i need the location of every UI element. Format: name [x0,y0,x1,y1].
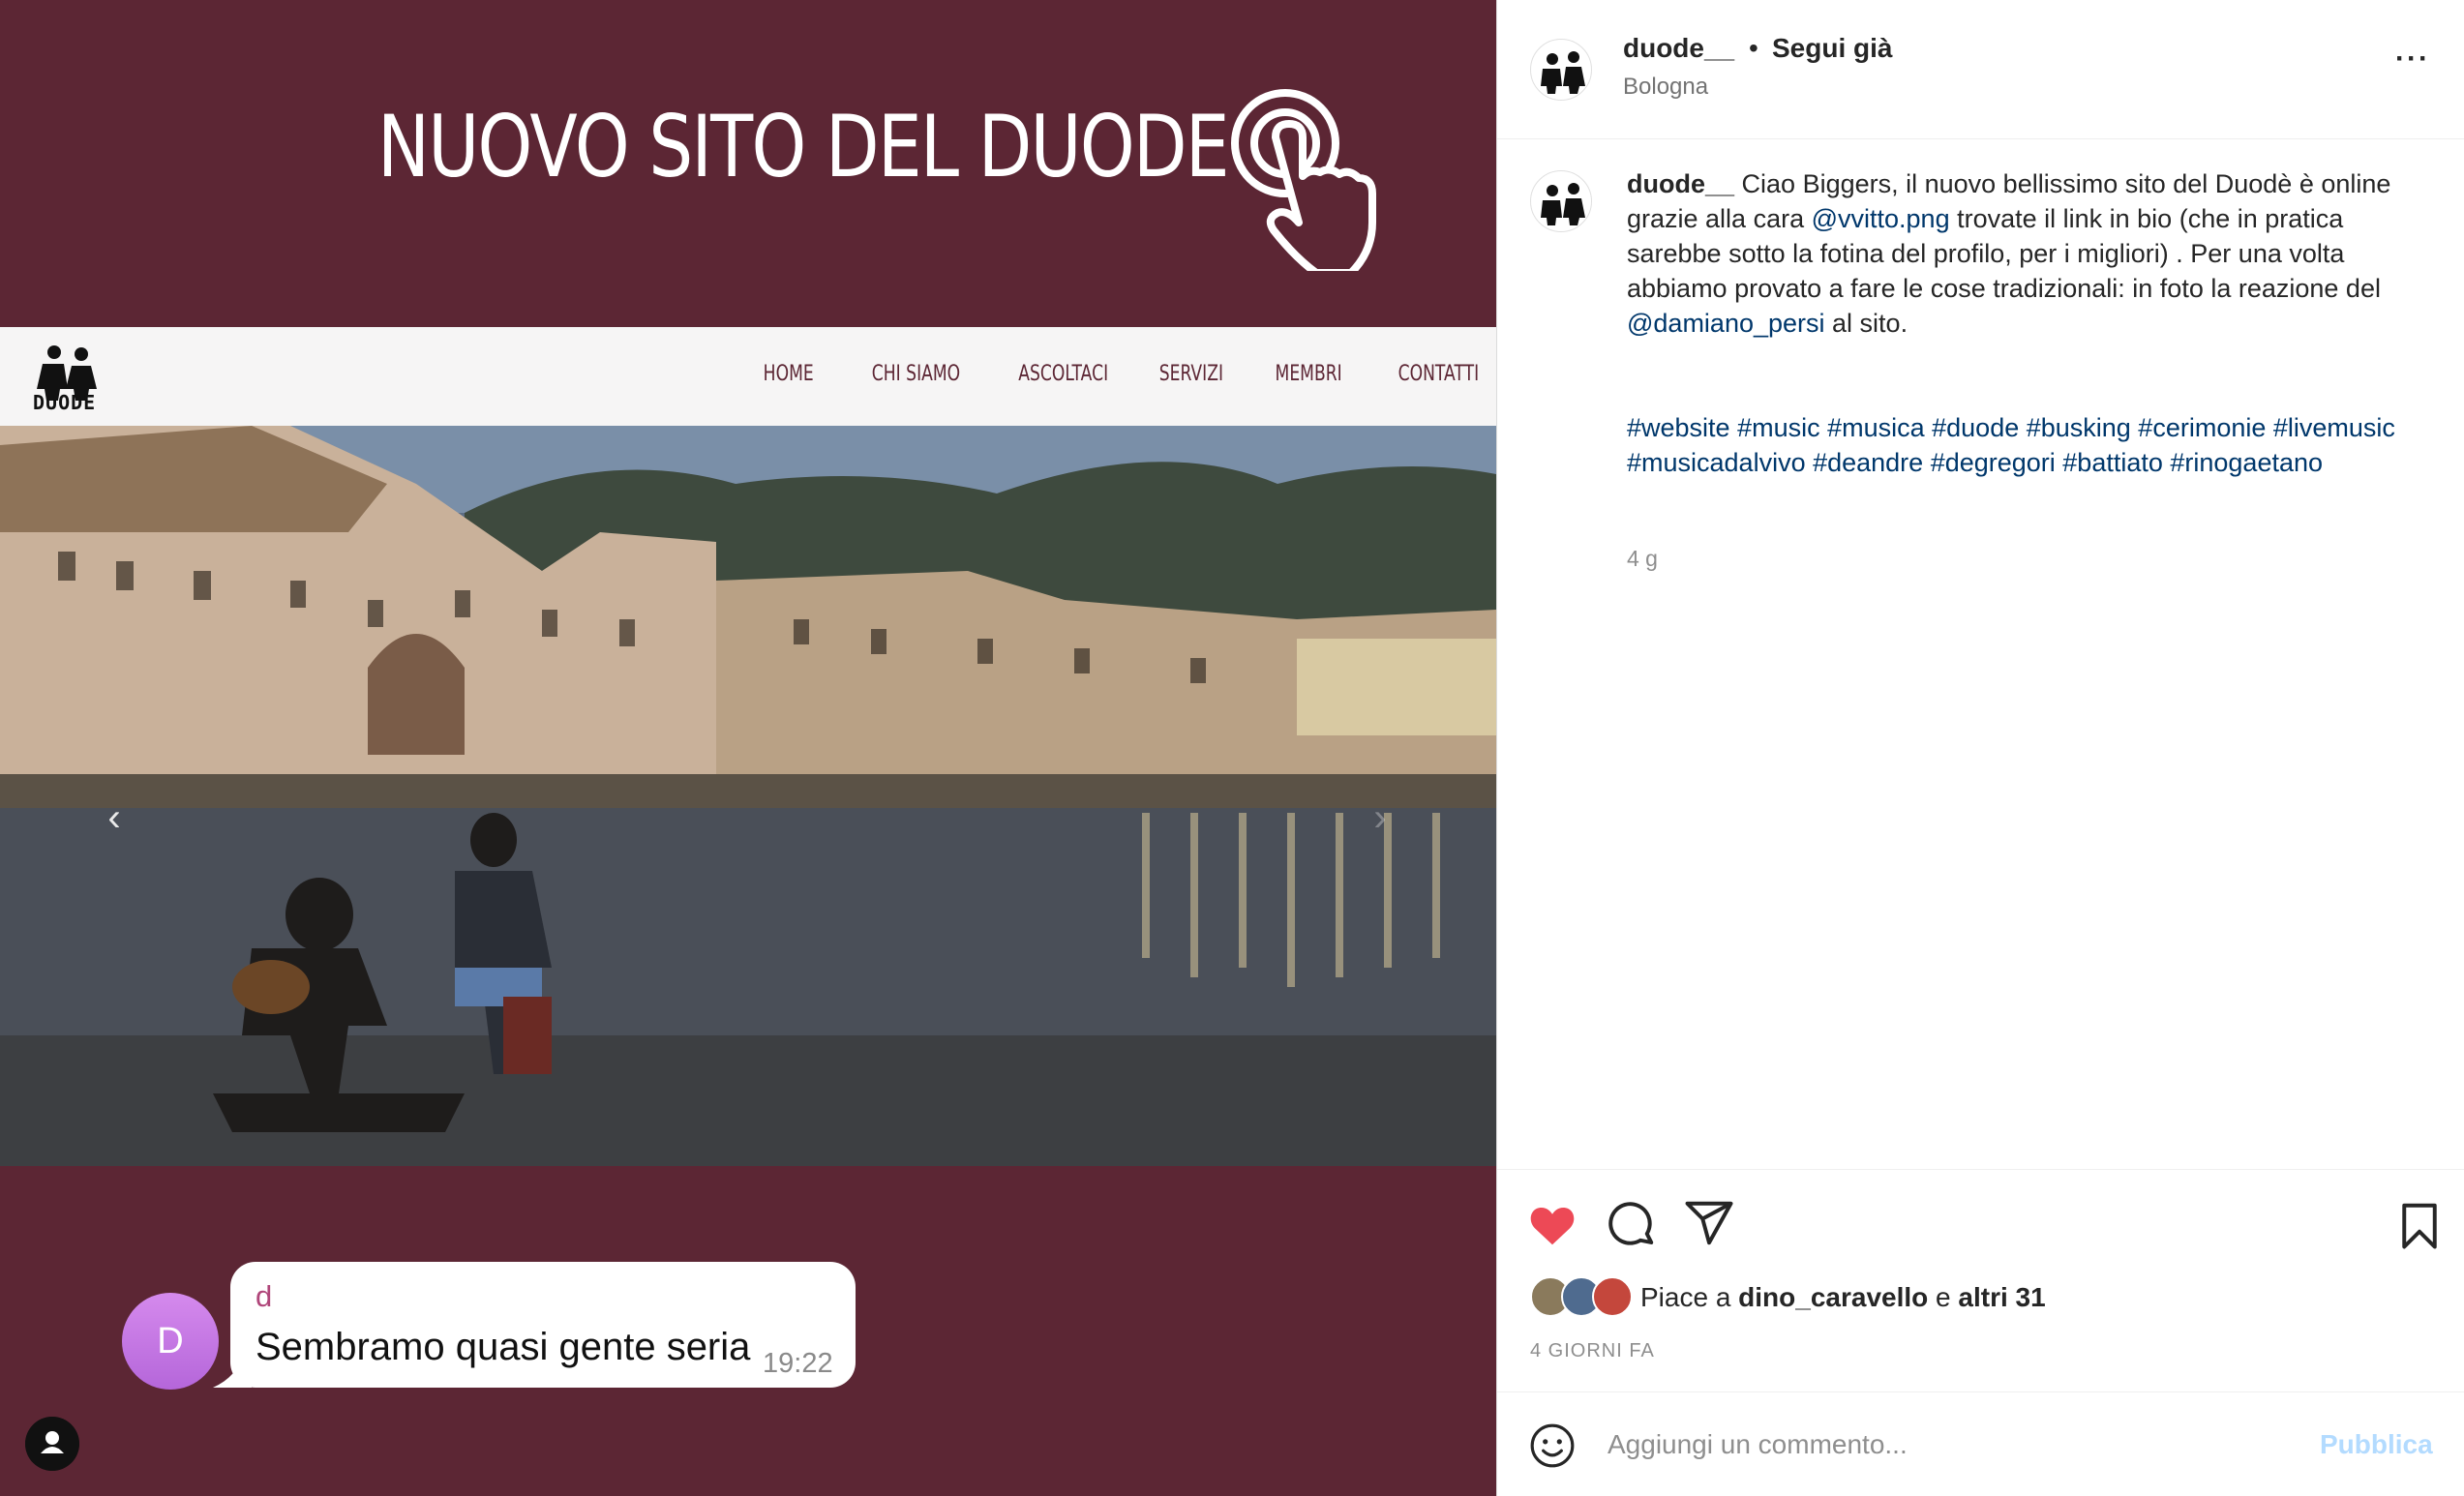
likes-user[interactable]: dino_caravello [1738,1282,1928,1312]
website-menu: HOME CHI SIAMO ASCOLTACI SERVIZI MEMBRI … [716,362,1479,386]
mention-damiano[interactable]: @damiano_persi [1627,309,1825,338]
caption-avatar[interactable] [1530,170,1592,232]
carousel-prev-button[interactable]: ‹ [97,793,132,842]
chat-message: Sembramo quasi gente seria [255,1326,751,1368]
menu-servizi: SERVIZI [1158,362,1224,386]
comment-bar: Pubblica [1497,1391,2464,1496]
post-hashtags[interactable]: #website #music #musica #duode #busking … [1627,410,2440,480]
chat-sender: d [255,1279,273,1313]
caption-text-4: al sito. [1824,309,1908,338]
chat-avatar: D [122,1293,219,1390]
heart-icon[interactable] [1526,1199,1578,1251]
menu-chi-siamo: CHI SIAMO [871,362,960,386]
post-age: 4 g [1627,546,1658,571]
likes-summary[interactable]: Piace a dino_caravello e altri 31 [1640,1282,2046,1313]
menu-ascoltaci: ASCOLTACI [1018,362,1109,386]
share-icon[interactable] [1683,1197,1735,1249]
mention-vvitto[interactable]: @vvitto.png [1812,204,1950,233]
author-avatar[interactable] [1530,39,1592,101]
header-separator: • [1749,33,1758,63]
bookmark-icon[interactable] [2393,1199,2446,1251]
comment-icon[interactable] [1606,1199,1658,1251]
post-caption: duode__ Ciao Biggers, il nuovo bellissim… [1627,166,2440,341]
liker-avatar [1592,1276,1633,1317]
post-date: 4 GIORNI FA [1530,1340,1655,1361]
likes-prefix: Piace a [1640,1282,1739,1312]
carousel-next-button[interactable]: › [1363,793,1397,842]
caption-text-2: grazie alla cara [1627,204,1812,233]
post-header: duode__ • Segui già Bologna ··· [1497,0,2464,139]
user-tags-icon[interactable] [25,1417,79,1471]
duode-avatar-icon [1541,183,1585,225]
caption-text-1: Ciao Biggers, il nuovo bellissimo sito d… [1734,169,2391,198]
chat-time: 19:22 [763,1348,833,1379]
duode-avatar-icon [1541,51,1585,94]
likes-others[interactable]: altri 31 [1958,1282,2045,1312]
tap-hand-icon [1231,89,1376,271]
caption-username[interactable]: duode__ [1627,169,1734,198]
author-username[interactable]: duode__ [1623,33,1734,64]
publish-button[interactable]: Pubblica [2320,1429,2433,1460]
chat-bubble-tail [213,1355,252,1388]
more-options-button[interactable]: ··· [2395,43,2444,81]
likes-middle: e [1928,1282,1959,1312]
post-location[interactable]: Bologna [1623,74,1708,101]
comment-input[interactable] [1606,1418,2283,1472]
menu-contatti: CONTATTI [1397,362,1479,386]
post-sidebar: duode__ • Segui già Bologna ··· duode__ … [1496,0,2464,1496]
menu-home: HOME [763,362,814,386]
menu-membri: MEMBRI [1275,362,1342,386]
website-navbar: DUODE HOME CHI SIAMO ASCOLTACI SERVIZI M… [0,327,1496,426]
follow-status-button[interactable]: Segui già [1772,33,1892,64]
seaside-musicians-photo [0,426,1496,1166]
site-logo-text: DUODE [33,391,97,414]
post-media: NUOVO SITO DEL DUODE DUODE HOME CHI SIAM… [0,0,1496,1496]
banner-title: NUOVO SITO DEL DUODE [377,97,1230,196]
emoji-icon[interactable] [1528,1421,1577,1470]
